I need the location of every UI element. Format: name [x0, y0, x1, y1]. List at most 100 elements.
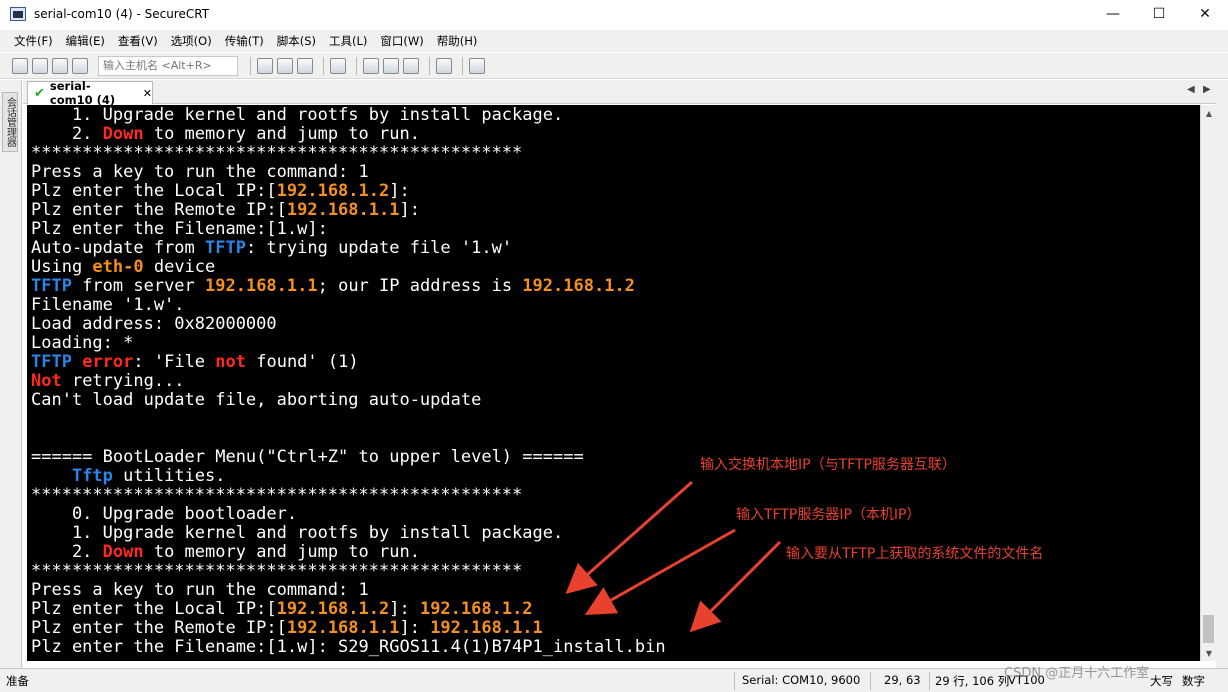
- toolbar-separator: [429, 56, 430, 75]
- scroll-up-icon[interactable]: ▲: [1201, 105, 1217, 121]
- annotation-filename: 输入要从TFTP上获取的系统文件的文件名: [786, 546, 1044, 562]
- terminal-line: Plz enter the Local IP:[192.168.1.2]:: [31, 182, 410, 201]
- terminal-line: Plz enter the Filename:[1.w]:: [31, 220, 328, 239]
- terminal-scrollbar[interactable]: ▲ ▼: [1200, 105, 1216, 661]
- paste-icon[interactable]: [277, 57, 293, 74]
- toolbar-separator: [250, 56, 251, 75]
- terminal-text: Auto-update from: [31, 238, 205, 258]
- terminal-text: 192.168.1.2: [276, 181, 390, 201]
- terminal-text: device: [143, 257, 216, 277]
- menu-help[interactable]: 帮助(H): [437, 33, 478, 49]
- terminal-line: TFTP from server 192.168.1.1; our IP add…: [31, 277, 635, 296]
- terminal-text: Filename '1.w'.: [31, 295, 185, 315]
- menu-view[interactable]: 查看(V): [118, 33, 158, 49]
- menu-options[interactable]: 选项(O): [171, 33, 212, 49]
- tab-close-icon[interactable]: ✕: [143, 87, 152, 100]
- terminal-text: not: [215, 352, 246, 372]
- keymap-icon[interactable]: [403, 57, 419, 74]
- window-title: serial-com10 (4) - SecureCRT: [34, 7, 210, 21]
- terminal-line: Loading: *: [31, 334, 133, 353]
- terminal-text: Not: [31, 371, 62, 391]
- terminal-text: Plz enter the Local IP:[: [31, 599, 277, 619]
- status-caps: 大写: [1150, 674, 1173, 688]
- session-tab-bar: ✔ serial-com10 (4) ✕ ◀ ▶: [23, 79, 1216, 107]
- status-divider: [870, 672, 871, 690]
- terminal-line: Not retrying...: [31, 372, 185, 391]
- session-tab[interactable]: ✔ serial-com10 (4) ✕: [27, 79, 153, 107]
- terminal-text: retrying...: [61, 371, 185, 391]
- terminal-text: ]:: [389, 181, 410, 201]
- screen-icon[interactable]: [469, 57, 485, 74]
- global-options-icon[interactable]: [383, 57, 399, 74]
- terminal-line: 1. Upgrade kernel and rootfs by install …: [31, 524, 563, 543]
- terminal-line: 2. Down to memory and jump to run.: [31, 125, 420, 144]
- scrollbar-thumb[interactable]: [1203, 615, 1214, 643]
- tab-scroll-left-icon[interactable]: ◀: [1187, 84, 1195, 95]
- terminal-text: to memory and jump to run.: [143, 542, 420, 562]
- terminal-text: Load address: 0x82000000: [31, 314, 277, 334]
- toolbar-separator: [462, 56, 463, 75]
- terminal-line: Auto-update from TFTP: trying update fil…: [31, 239, 512, 258]
- terminal-line: Plz enter the Filename:[1.w]: S29_RGOS11…: [31, 638, 666, 657]
- terminal-text: to memory and jump to run.: [143, 124, 420, 144]
- terminal-line: ====== BootLoader Menu("Ctrl+Z" to upper…: [31, 448, 584, 467]
- toolbar: [0, 53, 1228, 79]
- menu-script[interactable]: 脚本(S): [277, 33, 316, 49]
- status-ready: 准备: [6, 674, 29, 688]
- reconnect-icon[interactable]: [52, 57, 68, 74]
- toolbar-separator: [323, 56, 324, 75]
- menu-file[interactable]: 文件(F): [14, 33, 53, 49]
- host-name-input[interactable]: [98, 55, 238, 76]
- terminal-line: ****************************************…: [31, 144, 522, 163]
- terminal-text: 192.168.1.2: [522, 276, 635, 296]
- menu-window[interactable]: 窗口(W): [380, 33, 423, 49]
- terminal-text: ]:: [399, 618, 431, 638]
- terminal-line: Plz enter the Remote IP:[192.168.1.1]:: [31, 201, 420, 220]
- terminal-line: ****************************************…: [31, 486, 522, 505]
- terminal-line: Can't load update file, aborting auto-up…: [31, 391, 481, 410]
- terminal-text: : 'File: [133, 352, 216, 372]
- session-options-icon[interactable]: [363, 57, 379, 74]
- terminal-line: Load address: 0x82000000: [31, 315, 277, 334]
- disconnect-icon[interactable]: [72, 57, 88, 74]
- status-cursor: 29, 63: [884, 673, 921, 687]
- csdn-watermark: CSDN @正月十六工作室: [1004, 666, 1150, 681]
- terminal-text: from server: [71, 276, 206, 296]
- terminal-text: ****************************************…: [31, 143, 523, 163]
- terminal-text: Plz enter the Filename:[1.w]: S29_RGOS11…: [31, 637, 666, 657]
- minimize-button[interactable]: —: [1090, 0, 1136, 28]
- terminal-output[interactable]: 1. Upgrade kernel and rootfs by install …: [27, 105, 1200, 661]
- connect-icon[interactable]: [12, 57, 28, 74]
- window-controls: — ☐ ✕: [1090, 0, 1228, 28]
- terminal-text: Tftp: [71, 466, 113, 486]
- menu-tools[interactable]: 工具(L): [329, 33, 367, 49]
- status-rows-cols: 29 行, 106 列: [935, 674, 1010, 688]
- title-bar: serial-com10 (4) - SecureCRT — ☐ ✕: [0, 0, 1228, 28]
- terminal-text: Using: [31, 257, 93, 277]
- terminal-text: TFTP: [31, 276, 72, 296]
- terminal-line: ****************************************…: [31, 562, 522, 581]
- terminal-line: 1. Upgrade kernel and rootfs by install …: [31, 106, 563, 125]
- annotation-local-ip: 输入交换机本地IP（与TFTP服务器互联）: [700, 457, 956, 473]
- terminal-text: ]:: [389, 599, 420, 619]
- status-num: 数字: [1182, 674, 1205, 688]
- terminal-text: 2.: [31, 124, 103, 144]
- find-icon[interactable]: [297, 57, 313, 74]
- connected-check-icon: ✔: [34, 85, 45, 101]
- copy-icon[interactable]: [257, 57, 273, 74]
- menu-transfer[interactable]: 传输(T): [225, 33, 264, 49]
- terminal-text: 192.168.1.1: [286, 200, 400, 220]
- session-tab-label: serial-com10 (4): [49, 79, 116, 107]
- terminal-line: Press a key to run the command: 1: [31, 581, 369, 600]
- menu-edit[interactable]: 编辑(E): [66, 33, 105, 49]
- tab-scroll-right-icon[interactable]: ▶: [1203, 84, 1211, 95]
- print-icon[interactable]: [330, 57, 346, 74]
- scroll-down-icon[interactable]: ▼: [1201, 645, 1217, 661]
- session-manager-tab[interactable]: 会话管理器: [2, 92, 18, 152]
- maximize-button[interactable]: ☐: [1136, 0, 1182, 28]
- terminal-text: Plz enter the Filename:[1.w]:: [31, 219, 328, 239]
- close-button[interactable]: ✕: [1182, 0, 1228, 28]
- help-icon[interactable]: [436, 57, 452, 74]
- quick-connect-icon[interactable]: [32, 57, 48, 74]
